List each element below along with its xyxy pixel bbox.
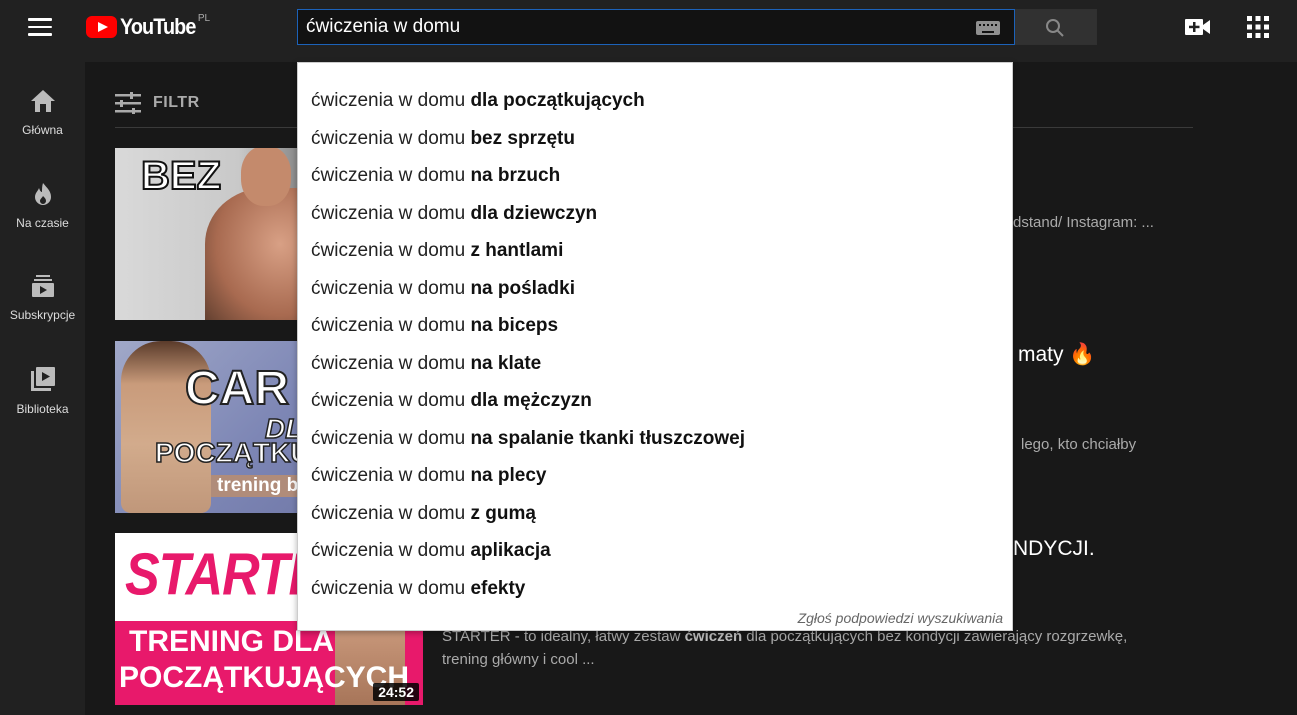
suggestion-prefix: ćwiczenia w domu [311,577,471,599]
thumbnail-text: BEZ [140,153,222,199]
suggestion-completion: na pośladki [470,277,575,299]
search-button[interactable] [1015,9,1097,45]
filter-button[interactable]: FILTR [115,92,200,114]
country-code: PL [197,13,211,24]
suggestion-completion: bez sprzętu [470,127,575,149]
suggestion-item[interactable]: ćwiczenia w domu na pośladki [298,270,1012,307]
suggestion-item[interactable]: ćwiczenia w domu aplikacja [298,532,1012,569]
search-icon [1046,19,1064,37]
sidebar-item-subscriptions[interactable]: Subskrypcje [0,274,85,324]
suggestion-prefix: ćwiczenia w domu [311,540,471,561]
sidebar-item-trending[interactable]: Na czasie [0,182,85,232]
sidebar-item-library[interactable]: Biblioteka [0,366,85,418]
video-description: lego, kto chciałby [1021,436,1137,453]
youtube-logo[interactable]: YouTube PL [86,13,211,40]
library-icon [30,367,55,391]
suggestion-item[interactable]: ćwiczenia w domu na brzuch [298,157,1012,194]
suggestion-completion: dla początkujących [470,90,645,111]
filter-label: FILTR [153,94,200,111]
suggestion-item[interactable]: ćwiczenia w domu dla mężczyzn [298,382,1012,419]
suggestion-completion: dla mężczyzn [470,390,592,411]
suggestion-item[interactable]: ćwiczenia w domu z hantlami [298,232,1012,269]
suggestion-completion: na klate [470,352,542,374]
flame-icon [34,183,51,205]
suggestion-item[interactable]: ćwiczenia w domu na spalanie tkanki tłus… [298,420,1012,457]
suggestion-item[interactable]: ćwiczenia w domu dla dziewczyn [298,195,1012,232]
home-icon [30,90,55,112]
suggestion-prefix: ćwiczenia w domu [311,127,471,149]
suggestion-item[interactable]: ćwiczenia w domu z gumą [298,495,1012,532]
play-logo-icon [86,16,117,38]
logo-text: YouTube [120,14,196,39]
suggestion-item[interactable]: ćwiczenia w domu na klate [298,345,1012,382]
sidebar-item-label: Główna [22,123,63,137]
suggestion-item[interactable]: ćwiczenia w domu na plecy [298,457,1012,494]
search-suggestions-dropdown: ćwiczenia w domu dla początkujących ćwic… [297,62,1013,631]
suggestion-prefix: ćwiczenia w domu [311,165,471,186]
search-input[interactable] [298,10,958,44]
hamburger-icon[interactable] [28,18,52,36]
subscriptions-icon [31,275,54,297]
video-description: dstand/ Instagram: ... [1013,214,1154,231]
suggestion-completion: na biceps [470,315,559,336]
suggestion-prefix: ćwiczenia w domu [311,427,471,449]
suggestion-item[interactable]: ćwiczenia w domu efekty [298,570,1012,607]
suggestion-prefix: ćwiczenia w domu [311,352,471,374]
suggestion-completion: na spalanie tkanki tłuszczowej [470,427,745,449]
suggestion-prefix: ćwiczenia w domu [311,240,471,261]
search-box [297,9,1015,45]
suggestion-item[interactable]: ćwiczenia w domu dla początkujących [298,82,1012,119]
suggestion-completion: aplikacja [470,540,551,561]
sidebar-item-label: Na czasie [16,216,69,230]
sliders-icon [115,92,141,114]
suggestion-completion: efekty [470,577,526,599]
keyboard-icon[interactable] [976,21,1000,35]
thumbnail-text: POCZĄTKUJĄCYCH [119,661,410,694]
suggestion-completion: z hantlami [470,240,564,261]
suggestion-prefix: ćwiczenia w domu [311,502,471,524]
video-camera-plus-icon[interactable] [1185,18,1211,36]
video-title[interactable]: NDYCJI. [1013,537,1095,561]
masthead: YouTube PL [0,0,1297,62]
duration-badge: 24:52 [373,683,419,701]
suggestion-item[interactable]: ćwiczenia w domu na biceps [298,307,1012,344]
suggestion-completion: dla dziewczyn [470,202,598,224]
thumbnail-text: POCZĄTKU [154,436,311,469]
suggestion-prefix: ćwiczenia w domu [311,465,471,486]
thumbnail-text: CAR [184,361,290,416]
suggestion-completion: na brzuch [470,165,561,186]
suggestion-completion: z gumą [470,502,536,524]
sidebar-item-label: Subskrypcje [9,308,76,322]
sidebar-item-label: Biblioteka [16,402,69,416]
video-description: STARTER - to idealny, łatwy zestaw ćwicz… [442,625,1127,671]
thumbnail-person-head [241,148,291,206]
suggestion-prefix: ćwiczenia w domu [311,90,471,111]
suggestion-item[interactable]: ćwiczenia w domu bez sprzętu [298,120,1012,157]
suggestion-prefix: ćwiczenia w domu [311,315,471,336]
suggestion-completion: na plecy [470,465,547,486]
video-title[interactable]: maty 🔥 [1018,343,1096,367]
suggestion-prefix: ćwiczenia w domu [311,277,471,299]
desc-text: trening główny i cool ... [442,651,595,668]
sidebar-item-home[interactable]: Główna [0,89,85,139]
suggestion-prefix: ćwiczenia w domu [311,390,471,411]
apps-grid-icon[interactable] [1247,16,1269,38]
suggestion-prefix: ćwiczenia w domu [311,202,471,224]
report-suggestions-link[interactable]: Zgłoś podpowiedzi wyszukiwania [798,610,1003,626]
sidebar: Główna Na czasie Subskrypcje Biblioteka [0,62,85,715]
